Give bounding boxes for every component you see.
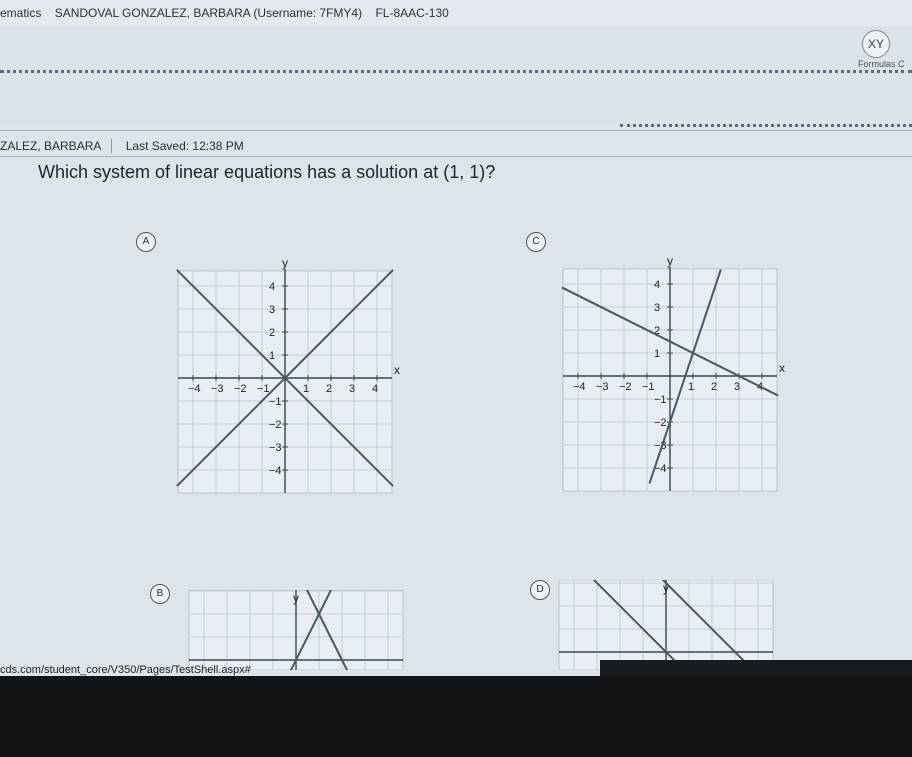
- y-tick-label: −2: [654, 417, 667, 429]
- y-tick-label: 1: [269, 350, 275, 362]
- graph-a: y x −4 −4 −3 −3 −2 −2 −1 −1 1 1 2 2 3 3 4 4: [168, 240, 408, 495]
- graph-d: y: [558, 580, 798, 670]
- option-b-radio[interactable]: B: [150, 584, 170, 604]
- graph-svg: yx−4−4−3−3−2−2−1−111223344: [561, 254, 785, 492]
- x-tick-label: −4: [188, 383, 201, 395]
- y-tick-label: 4: [269, 281, 275, 293]
- option-d-radio[interactable]: D: [530, 580, 550, 600]
- x-tick-label: −1: [257, 383, 270, 395]
- y-tick-label: −1: [269, 396, 282, 408]
- user-name: ZALEZ, BARBARA: [0, 139, 113, 153]
- graph-c: yx−4−4−3−3−2−2−1−111223344: [552, 238, 792, 493]
- toolbar-divider: [0, 70, 912, 73]
- x-tick-label: 2: [711, 381, 717, 393]
- top-bar: ematics SANDOVAL GONZALEZ, BARBARA (User…: [0, 0, 912, 26]
- question-text: Which system of linear equations has a s…: [38, 162, 496, 182]
- x-tick-label: −2: [619, 381, 632, 393]
- x-axis-label: x: [779, 361, 785, 375]
- graph-b: y: [186, 590, 426, 670]
- toolbar-divider-2: [620, 124, 912, 127]
- x-axis-label: x: [394, 363, 400, 377]
- y-tick-label: 4: [654, 279, 660, 291]
- divider: [0, 130, 912, 131]
- x-tick-label: −3: [211, 383, 224, 395]
- x-tick-label: −4: [573, 381, 586, 393]
- y-axis-label: y: [667, 254, 673, 268]
- y-tick-label: 2: [269, 327, 275, 339]
- last-saved: Last Saved: 12:38 PM: [125, 139, 244, 153]
- graph-svg: y: [558, 580, 774, 670]
- option-a-radio[interactable]: A: [136, 232, 156, 252]
- x-tick-label: 3: [734, 381, 740, 393]
- y-tick-label: −3: [269, 442, 282, 454]
- x-tick-label: 2: [326, 383, 332, 395]
- y-tick-label: 3: [654, 302, 660, 314]
- y-tick-label: −2: [269, 419, 282, 431]
- x-tick-label: −2: [234, 383, 247, 395]
- user-bar: ZALEZ, BARBARA Last Saved: 12:38 PM: [0, 136, 244, 156]
- formulas-button[interactable]: Formulas C: [858, 59, 905, 69]
- student-name: SANDOVAL GONZALEZ, BARBARA (Username: 7F…: [54, 6, 363, 20]
- x-tick-label: −3: [596, 381, 609, 393]
- x-tick-label: 1: [688, 381, 694, 393]
- graph-svg: y x −4 −4 −3 −3 −2 −2 −1−1 1 1 2 2 3 3 4 4: [176, 256, 400, 494]
- x-tick-label: 4: [372, 383, 378, 395]
- test-code: FL-8AAC-130: [375, 6, 449, 20]
- graph-svg: y: [188, 590, 404, 670]
- xy-icon[interactable]: XY: [862, 30, 890, 58]
- y-tick-label: −1: [654, 394, 667, 406]
- course-title: ematics: [0, 6, 42, 20]
- y-tick-label: 3: [269, 304, 275, 316]
- toolbar: [0, 26, 912, 126]
- y-axis-label: y: [282, 256, 288, 270]
- y-axis-label: y: [293, 591, 299, 605]
- x-tick-label: 3: [349, 383, 355, 395]
- monitor-bezel-edge: [600, 660, 912, 676]
- y-tick-label: −4: [269, 465, 282, 477]
- y-tick-label: 1: [654, 348, 660, 360]
- option-c-radio[interactable]: C: [526, 232, 546, 252]
- divider-2: [0, 156, 912, 157]
- x-tick-label: −1: [642, 381, 655, 393]
- x-tick-label: 1: [303, 383, 309, 395]
- status-url: cds.com/student_core/V350/Pages/TestShel…: [0, 664, 251, 676]
- monitor-bezel: [0, 676, 912, 757]
